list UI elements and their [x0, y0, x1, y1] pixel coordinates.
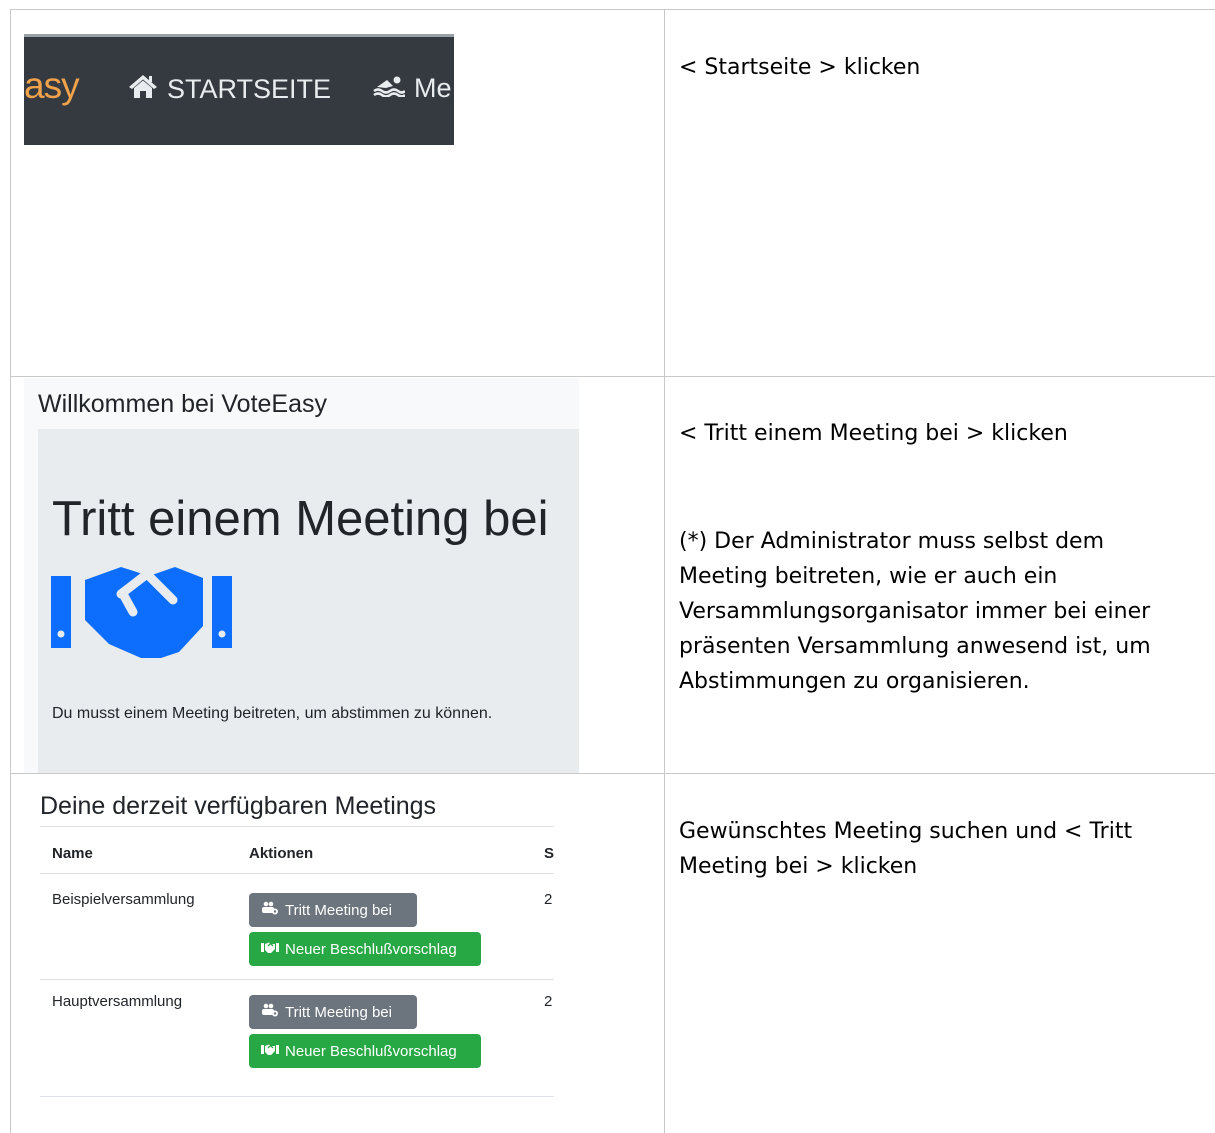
welcome-screenshot: Willkommen bei VoteEasy Tritt einem Meet… [24, 378, 579, 773]
card-heading: Tritt einem Meeting bei [52, 492, 549, 546]
brand-logo-fragment[interactable]: asy [24, 65, 80, 107]
nav-item-label: STARTSEITE [167, 74, 332, 104]
browser-top-strip [24, 10, 454, 34]
card-description: Du musst einem Meeting beitreten, um abs… [52, 705, 493, 722]
table-row-border-2 [10, 773, 1215, 774]
table-middle-border [664, 9, 665, 1133]
meeting-third-cell: 2 [544, 891, 553, 908]
nav-item-startseite[interactable]: STARTSEITE [128, 73, 331, 106]
new-proposal-button[interactable]: Neuer Beschlußvorschlag [249, 1034, 481, 1068]
join-meeting-card[interactable]: Tritt einem Meeting bei Du musst einem M… [38, 429, 579, 773]
nav-item-label: Me [414, 73, 452, 103]
page-title: Willkommen bei VoteEasy [38, 390, 328, 418]
instruction-step-1: < Startseite > klicken [679, 55, 921, 80]
table-row-line [40, 979, 554, 980]
handshake-small-icon [261, 941, 279, 958]
button-label: Neuer Beschlußvorschlag [285, 940, 457, 958]
button-label: Tritt Meeting bei [285, 1003, 392, 1021]
instruction-step-3: Gewünschtes Meeting suchen und < Tritt M… [679, 819, 1133, 879]
column-header-third: S [544, 845, 554, 862]
table-left-border [10, 9, 11, 1133]
home-icon [128, 73, 158, 106]
meeting-name: Hauptversammlung [52, 993, 183, 1010]
new-proposal-button[interactable]: Neuer Beschlußvorschlag [249, 932, 481, 966]
users-cog-icon [261, 901, 279, 919]
join-meeting-button[interactable]: Tritt Meeting bei [249, 995, 417, 1029]
join-meeting-button[interactable]: Tritt Meeting bei [249, 893, 417, 927]
section-title: Deine derzeit verfügbaren Meetings [40, 792, 437, 820]
instruction-step-2: < Tritt einem Meeting bei > klicken [679, 421, 1068, 446]
meeting-name: Beispielversammlung [52, 891, 195, 908]
button-label: Tritt Meeting bei [285, 901, 392, 919]
table-header-line [40, 873, 554, 874]
button-label: Neuer Beschlußvorschlag [285, 1042, 457, 1060]
handshake-small-icon [261, 1043, 279, 1060]
users-cog-icon [261, 1003, 279, 1021]
table-top-line [40, 826, 554, 827]
swimmer-icon [373, 73, 406, 104]
handshake-icon [51, 564, 235, 665]
administrator-note: (*) Der Administrator muss selbst dem Me… [679, 529, 1151, 694]
column-header-actions: Aktionen [249, 845, 314, 862]
nav-item-meetings[interactable]: Me [373, 73, 452, 104]
meeting-third-cell: 2 [544, 993, 553, 1010]
column-header-name: Name [52, 845, 93, 862]
table-row-line [40, 1096, 554, 1097]
navbar-screenshot: asy STARTSEITE Me [24, 10, 454, 145]
meetings-screenshot: Deine derzeit verfügbaren Meetings Name … [24, 776, 554, 1106]
table-row-border-1 [10, 376, 1215, 377]
